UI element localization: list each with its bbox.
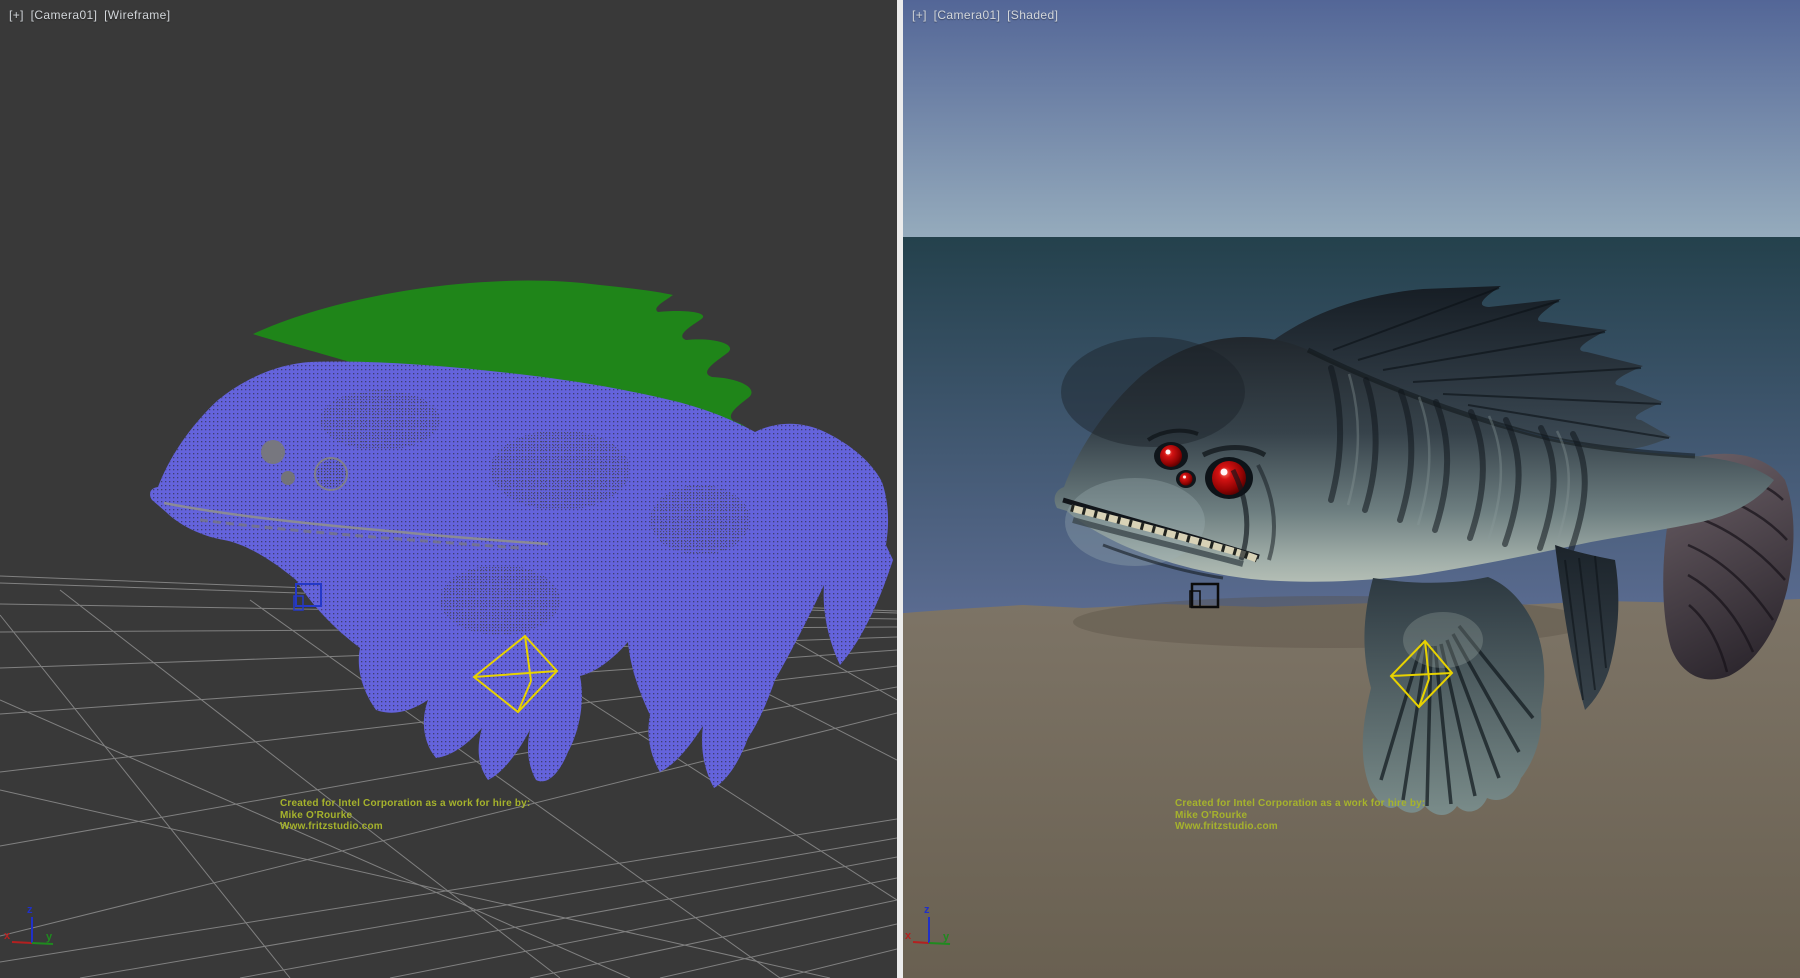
watermark-line: Www.fritzstudio.com [1175,821,1425,833]
artist-watermark: Created for Intel Corporation as a work … [1175,798,1425,833]
fish-model-wireframe[interactable] [150,281,893,788]
viewport-wireframe[interactable]: x z y [+] [Camera01] [Wireframe] Created… [0,0,897,978]
ground-terrain [903,599,1800,978]
red-eye-left [1160,445,1182,467]
viewport-menu-expand[interactable]: [+] [9,8,24,22]
artist-watermark: Created for Intel Corporation as a work … [280,798,530,833]
viewport-label-shaded: [+] [Camera01] [Shaded] [912,8,1061,22]
knee-highlight [1403,612,1483,668]
axis-y-label: y [46,931,53,943]
watermark-line: Mike O'Rourke [1175,810,1425,822]
viewport-shaded[interactable]: x z y [+] [Camera01] [Shaded] Created fo… [903,0,1800,978]
watermark-line: Mike O'Rourke [280,810,530,822]
wire-eye-icon [261,440,285,464]
sky [903,0,1800,237]
viewport-menu-expand[interactable]: [+] [912,8,927,22]
wire-eye-small-icon [281,471,295,485]
eye-specular [1221,469,1228,476]
axis-z-label: z [27,904,33,916]
viewport-workspace: x z y [+] [Camera01] [Wireframe] Created… [0,0,1800,978]
eye-specular [1183,476,1186,479]
viewport-menu-camera[interactable]: [Camera01] [31,8,98,22]
head-shadow-shading [1061,337,1245,447]
axis-x-label: x [4,930,11,942]
axis-y-label: y [943,931,950,943]
axis-x-label: x [905,930,912,942]
viewport-menu-shading[interactable]: [Wireframe] [104,8,170,22]
viewport-menu-camera[interactable]: [Camera01] [934,8,1001,22]
watermark-line: Created for Intel Corporation as a work … [1175,798,1425,810]
red-eye-small [1180,473,1193,486]
wire-eye-big-icon [315,458,347,490]
axis-z-label: z [924,904,930,916]
world-axis-tripod: x z y [4,904,53,944]
viewport-label-wireframe: [+] [Camera01] [Wireframe] [9,8,173,22]
watermark-line: Created for Intel Corporation as a work … [280,798,530,810]
eye-specular [1166,450,1171,455]
viewport-menu-shading[interactable]: [Shaded] [1007,8,1058,22]
watermark-line: Www.fritzstudio.com [280,821,530,833]
